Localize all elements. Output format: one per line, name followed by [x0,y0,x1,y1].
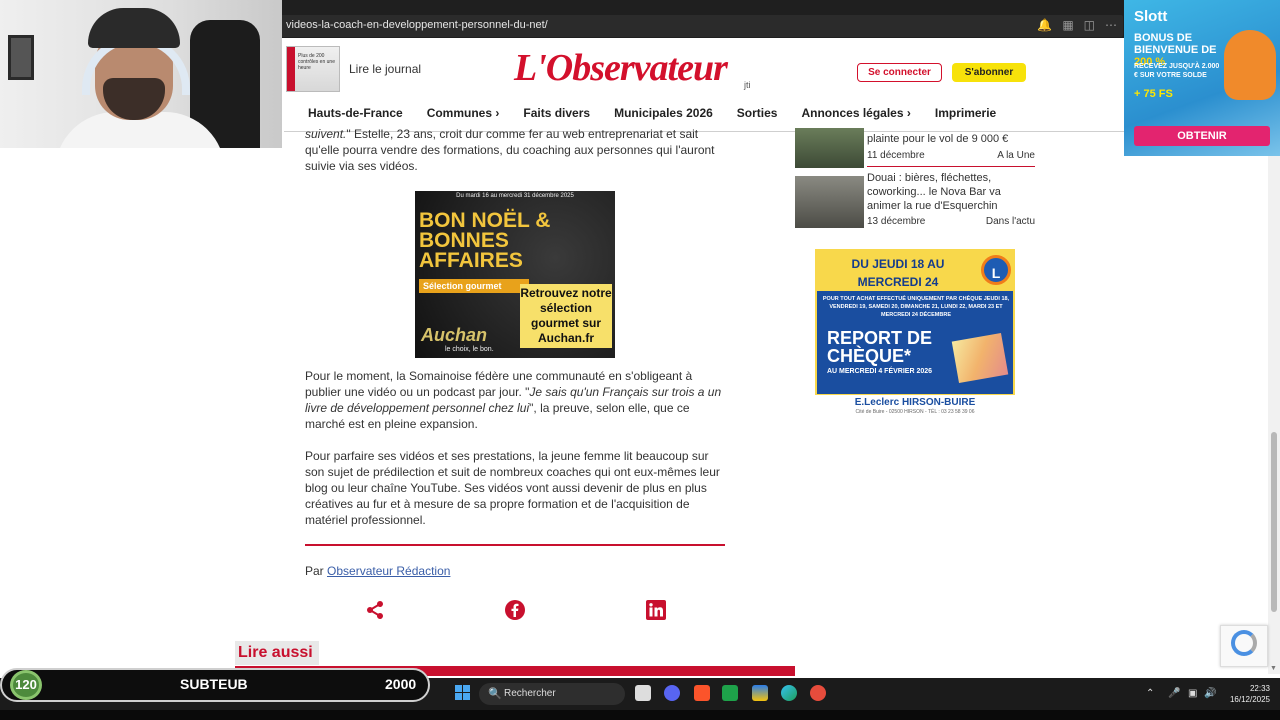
clock-date: 16/12/2025 [1229,695,1270,704]
more-icon[interactable]: ⋯ [1105,18,1117,32]
slott-bonus-text: BONUS DE BIENVENUE DE [1134,32,1217,56]
auchan-ad-retrouvez: Retrouvez notre sélection gourmet sur Au… [520,284,612,348]
article-paragraph-3: Pour parfaire ses vidéos et ses prestati… [305,449,720,527]
webcam-overlay [0,0,282,148]
task-view-icon[interactable] [635,685,651,701]
bottom-strip [0,710,1280,720]
journal-thumb-text: Plus de 200 contrôles en une heure [298,53,335,71]
read-journal-link[interactable]: Lire le journal [349,62,421,76]
share-icon[interactable] [365,600,385,620]
auchan-slogan: le choix, le bon. [445,346,494,353]
recaptcha-badge[interactable] [1220,625,1268,667]
app-notification-icon[interactable] [810,685,826,701]
nav-item-municipales[interactable]: Municipales 2026 [614,106,713,120]
auchan-ad-date: Du mardi 16 au mercredi 31 décembre 2025 [456,193,574,199]
taskbar-clock[interactable]: 22:33 16/12/2025 [1226,683,1270,705]
slott-free-spins: + 75 FS [1134,88,1173,100]
taskbar-search-placeholder: Rechercher [504,688,556,699]
subscribe-button[interactable]: S'abonner [952,63,1026,82]
sidebar-article-2[interactable]: Douai : bières, fléchettes, coworking...… [795,172,1035,232]
journal-thumb-band [287,47,295,91]
spreadsheet-app-icon[interactable] [722,685,738,701]
auchan-logo: Auchan [421,325,488,345]
address-bar-icons: 🔔 ▦ ◫ ⋯ [1037,18,1117,32]
nav-item-sorties[interactable]: Sorties [737,106,778,120]
windows-start-icon[interactable] [455,685,471,701]
scroll-down-arrow-icon[interactable]: ▼ [1270,665,1277,672]
recaptcha-icon [1231,630,1257,656]
slott-logo: Slott [1134,8,1168,25]
leclerc-store-name: E.Leclerc HIRSON-BUIRE [854,397,976,408]
sidebar-article-category[interactable]: A la Une [997,150,1035,161]
leclerc-ad[interactable]: DU JEUDI 18 AU MERCREDI 24 DÉCEMBRE 2025… [815,249,1015,417]
slott-ad[interactable]: Slott BONUS DE BIENVENUE DE 200 % RECEVE… [1124,0,1280,156]
search-icon: 🔍 [488,688,502,700]
article-p1-italic: suivent. [305,127,347,141]
webcam-wall-frame [8,35,34,80]
auchan-ad[interactable]: Du mardi 16 au mercredi 31 décembre 2025… [415,191,615,358]
edge-browser-icon[interactable] [781,685,797,701]
slott-small-text: RECEVEZ JUSQU'À 2.000 € SUR VOTRE SOLDE [1134,63,1220,79]
auchan-ad-title: BON NOËL & BONNES AFFAIRES [419,209,551,272]
stream-goal-target: 2000 [385,676,417,692]
article-p1-text: " Estelle, 23 ans, croit dur comme fer a… [305,127,715,173]
sidebar-article-title[interactable]: Douai : bières, fléchettes, coworking...… [867,171,1035,213]
byline-prefix: Par [305,564,328,578]
journal-thumbnail[interactable]: Plus de 200 contrôles en une heure [286,46,340,92]
nav-item-communes[interactable]: Communes › [427,106,500,120]
linkedin-icon[interactable] [646,600,666,620]
tray-chevron-icon[interactable]: ⌃ [1146,688,1154,699]
microphone-icon[interactable]: 🎤 [1168,688,1180,699]
address-bar[interactable]: videos-la-coach-en-developpement-personn… [278,15,1123,37]
nav-item-hauts-de-france[interactable]: Hauts-de-France [308,106,403,120]
network-icon[interactable]: ▣ [1188,688,1197,699]
sidebar-article-date: 11 décembre [867,150,925,161]
sidebar-article-category[interactable]: Dans l'actu [986,216,1035,227]
sidebar-article-1[interactable]: plainte pour le vol de 9 000 € 11 décemb… [795,128,1035,168]
scrollbar-thumb[interactable] [1271,432,1277,612]
page-scrollbar[interactable]: ▼ [1268,156,1280,674]
nav-item-annonces[interactable]: Annonces légales › [801,106,910,120]
fox-mascot-icon [1224,30,1276,100]
volume-icon[interactable]: 🔊 [1204,688,1216,699]
split-view-icon[interactable]: ◫ [1084,18,1095,32]
discord-icon[interactable] [664,685,680,701]
article-paragraph-2: Pour le moment, la Somainoise fédère une… [305,368,725,432]
main-nav: Hauts-de-France Communes › Faits divers … [308,106,1020,120]
leclerc-ad-report-date: AU MERCREDI 4 FÉVRIER 2026 [827,368,933,375]
sidebar-article-title[interactable]: plainte pour le vol de 9 000 € [867,132,1035,146]
taskbar-search[interactable]: 🔍 Rechercher [479,683,625,705]
file-explorer-icon[interactable] [752,685,768,701]
author-link[interactable]: Observateur Rédaction [327,564,450,578]
article-byline: Par Observateur Rédaction [305,564,450,578]
leclerc-logo: L [981,255,1011,285]
url-text[interactable]: videos-la-coach-en-developpement-personn… [286,19,548,31]
facebook-icon[interactable] [505,600,525,620]
stream-goal-label: SUBTEUB [180,676,248,692]
clock-time: 22:33 [1249,684,1270,693]
nav-item-faits-divers[interactable]: Faits divers [523,106,590,120]
notification-icon[interactable]: 🔔 [1037,18,1052,32]
nav-item-imprimerie[interactable]: Imprimerie [935,106,996,120]
article-paragraph-1: suivent." Estelle, 23 ans, croit dur com… [305,126,725,174]
article-divider [305,544,725,546]
extensions-icon[interactable]: ▦ [1062,18,1073,32]
login-button[interactable]: Se connecter [857,63,942,82]
auchan-ad-tag: Sélection gourmet [419,279,529,293]
sidebar-article-date: 13 décembre [867,216,926,227]
cheques-image [951,332,1009,384]
read-also-heading: Lire aussi [235,641,319,665]
sidebar-article-thumb [795,128,864,168]
site-logo[interactable]: L'Observateur [514,46,728,90]
slott-cta-button[interactable]: OBTENIR [1134,126,1270,146]
site-header: Plus de 200 contrôles en une heure Lire … [284,40,1124,132]
leclerc-store-address: Cité de Buire - 02500 HIRSON - TÉL : 03 … [855,409,975,415]
sidebar-divider [867,166,1035,167]
leclerc-ad-conditions: POUR TOUT ACHAT EFFECTUÉ UNIQUEMENT PAR … [822,296,1010,318]
jti-badge: jti [744,80,751,90]
sidebar-article-thumb [795,176,864,228]
stream-sub-count: 120 [10,670,42,700]
brave-browser-icon[interactable] [694,685,710,701]
